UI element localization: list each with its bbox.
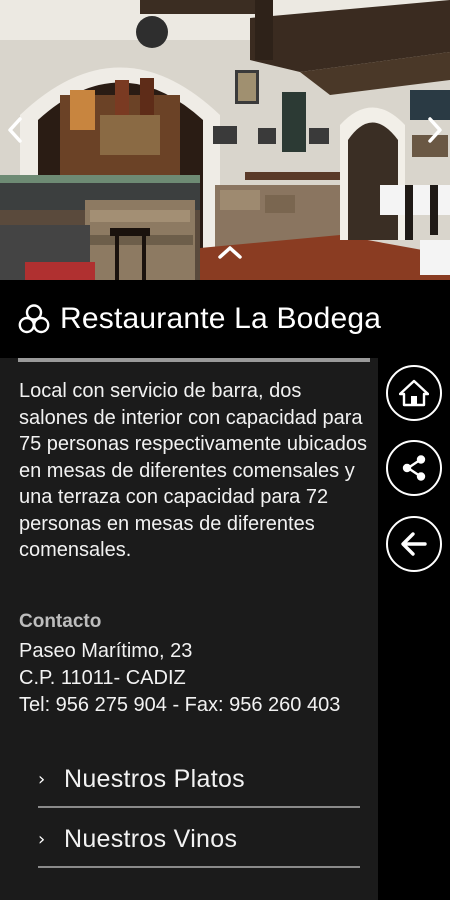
description-text: Local con servicio de barra, dos salones… (19, 380, 367, 561)
contact-heading: Contacto (19, 611, 102, 632)
contact-phone[interactable]: Tel: 956 275 904 - Fax: 956 260 403 (19, 692, 371, 719)
chevron-right-icon (428, 117, 442, 143)
back-arrow-icon (401, 532, 427, 556)
contact-postal-code: C.P. 11011- CADIZ (19, 667, 186, 689)
chevron-left-icon (8, 117, 22, 143)
menu-item-nuestros-platos[interactable]: › Nuestros Platos (38, 752, 360, 808)
menu-item-nuestros-vinos[interactable]: › Nuestros Vinos (38, 812, 360, 868)
content-panel: Local con servicio de barra, dos salones… (0, 358, 378, 900)
menu-item-label: Nuestros Platos (64, 764, 245, 793)
page-title: Restaurante La Bodega (60, 302, 382, 335)
contact-details: Paseo Marítimo, 23 C.P. 11011- CADIZ Tel… (19, 638, 371, 719)
contact-address: Paseo Marítimo, 23 (19, 640, 193, 662)
title-bar: Restaurante La Bodega (0, 280, 450, 358)
share-button[interactable] (386, 440, 442, 496)
next-photo-button[interactable] (420, 112, 450, 148)
collapse-gallery-button[interactable] (205, 238, 255, 266)
share-icon (402, 455, 426, 481)
action-column (378, 358, 450, 900)
home-button[interactable] (386, 365, 442, 421)
chevron-right-icon: › (38, 768, 46, 790)
chevron-up-icon (218, 246, 242, 259)
hero-photo (0, 0, 450, 280)
title-divider (18, 358, 370, 362)
three-circles-icon (18, 304, 50, 334)
previous-photo-button[interactable] (0, 112, 30, 148)
back-button[interactable] (386, 516, 442, 572)
home-icon (399, 379, 429, 407)
chevron-right-icon: › (38, 828, 46, 850)
menu-item-label: Nuestros Vinos (64, 824, 238, 853)
